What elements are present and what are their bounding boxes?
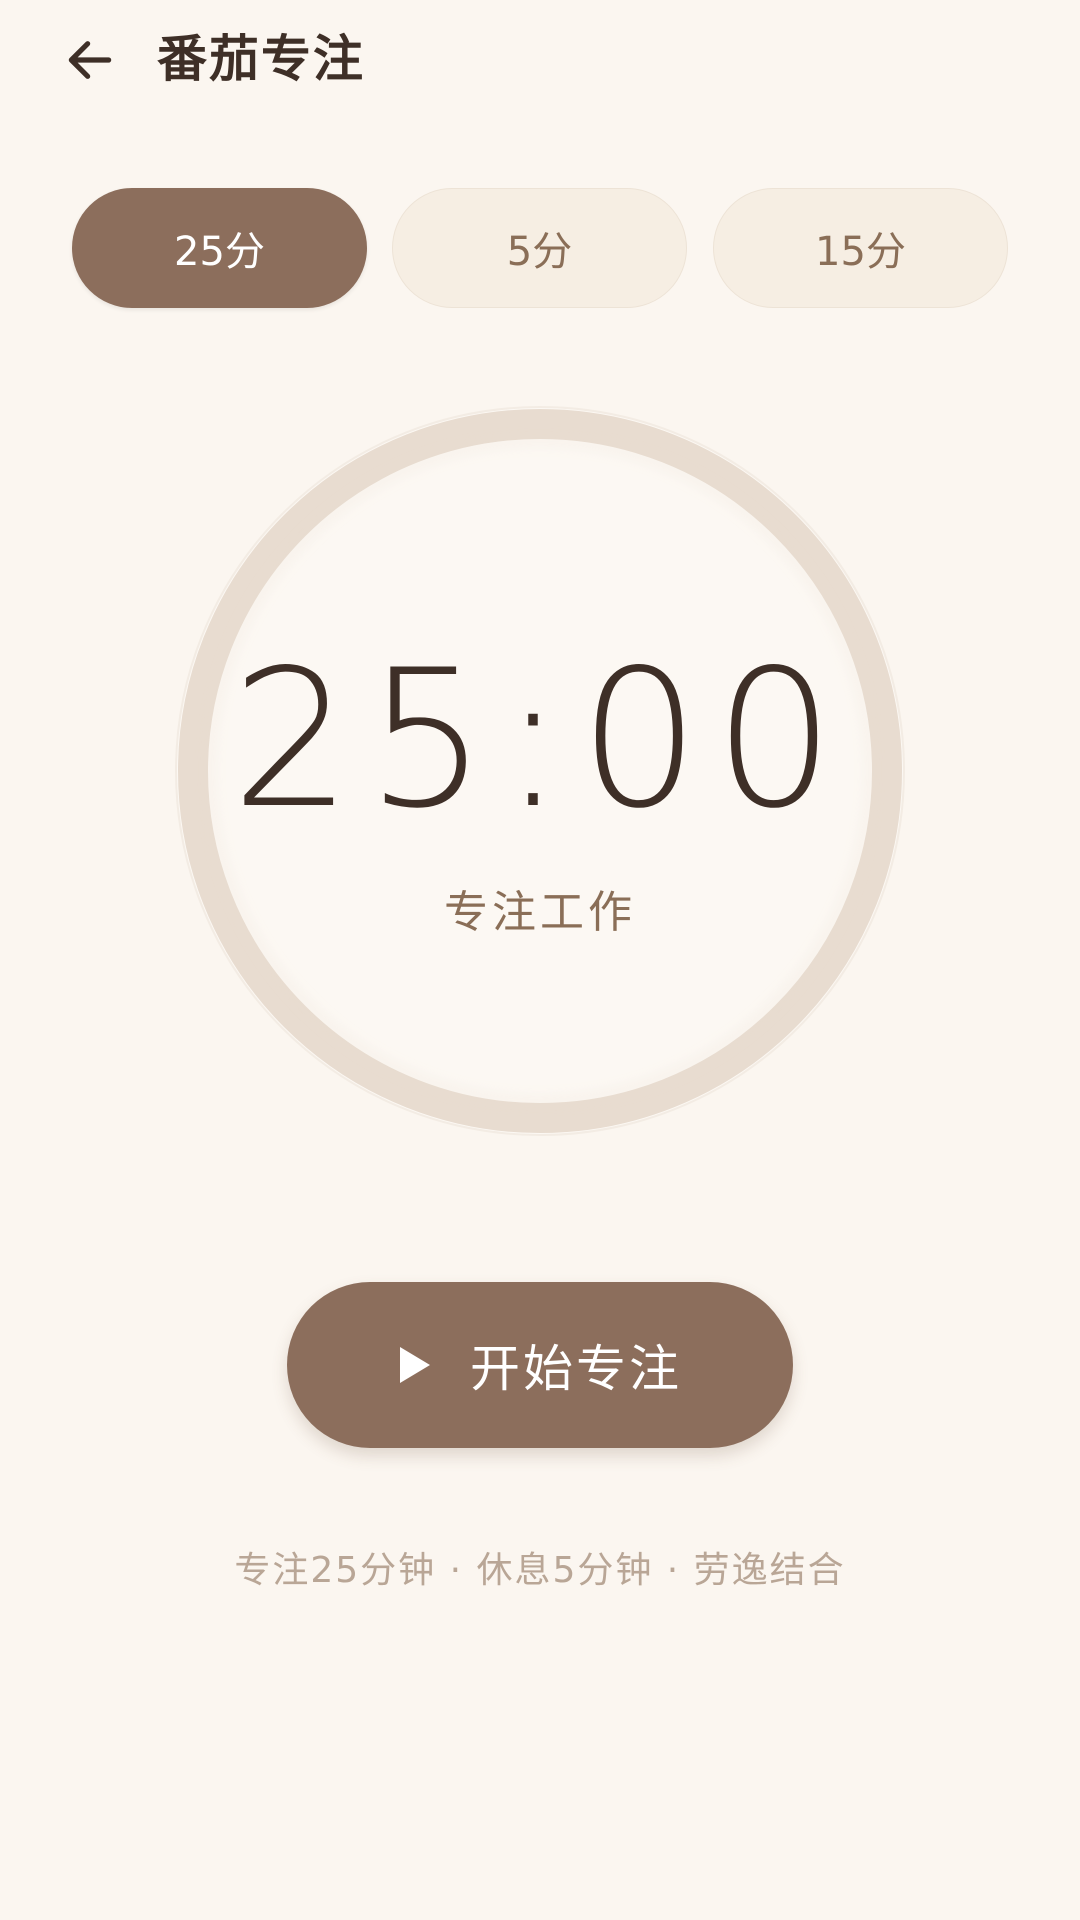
- timer-mode-label: 专注工作: [444, 887, 636, 938]
- duration-tab-5[interactable]: 5分: [392, 188, 687, 308]
- start-focus-button[interactable]: 开始专注: [287, 1282, 793, 1448]
- pomodoro-tip: 专注25分钟 · 休息5分钟 · 劳逸结合: [234, 1550, 846, 1591]
- duration-tab-15[interactable]: 15分: [713, 188, 1008, 308]
- timer-countdown: 25:00: [231, 629, 849, 850]
- duration-tab-25[interactable]: 25分: [72, 188, 367, 308]
- page-title: 番茄专注: [157, 30, 365, 88]
- play-icon: [398, 1345, 432, 1385]
- back-button[interactable]: [48, 18, 132, 102]
- pomodoro-screen: 番茄专注 25分 5分 15分 25:00 专注工作 开始专注 专注25分钟 ·…: [0, 0, 1080, 1920]
- start-focus-label: 开始专注: [470, 1340, 682, 1398]
- arrow-left-icon: [68, 41, 112, 79]
